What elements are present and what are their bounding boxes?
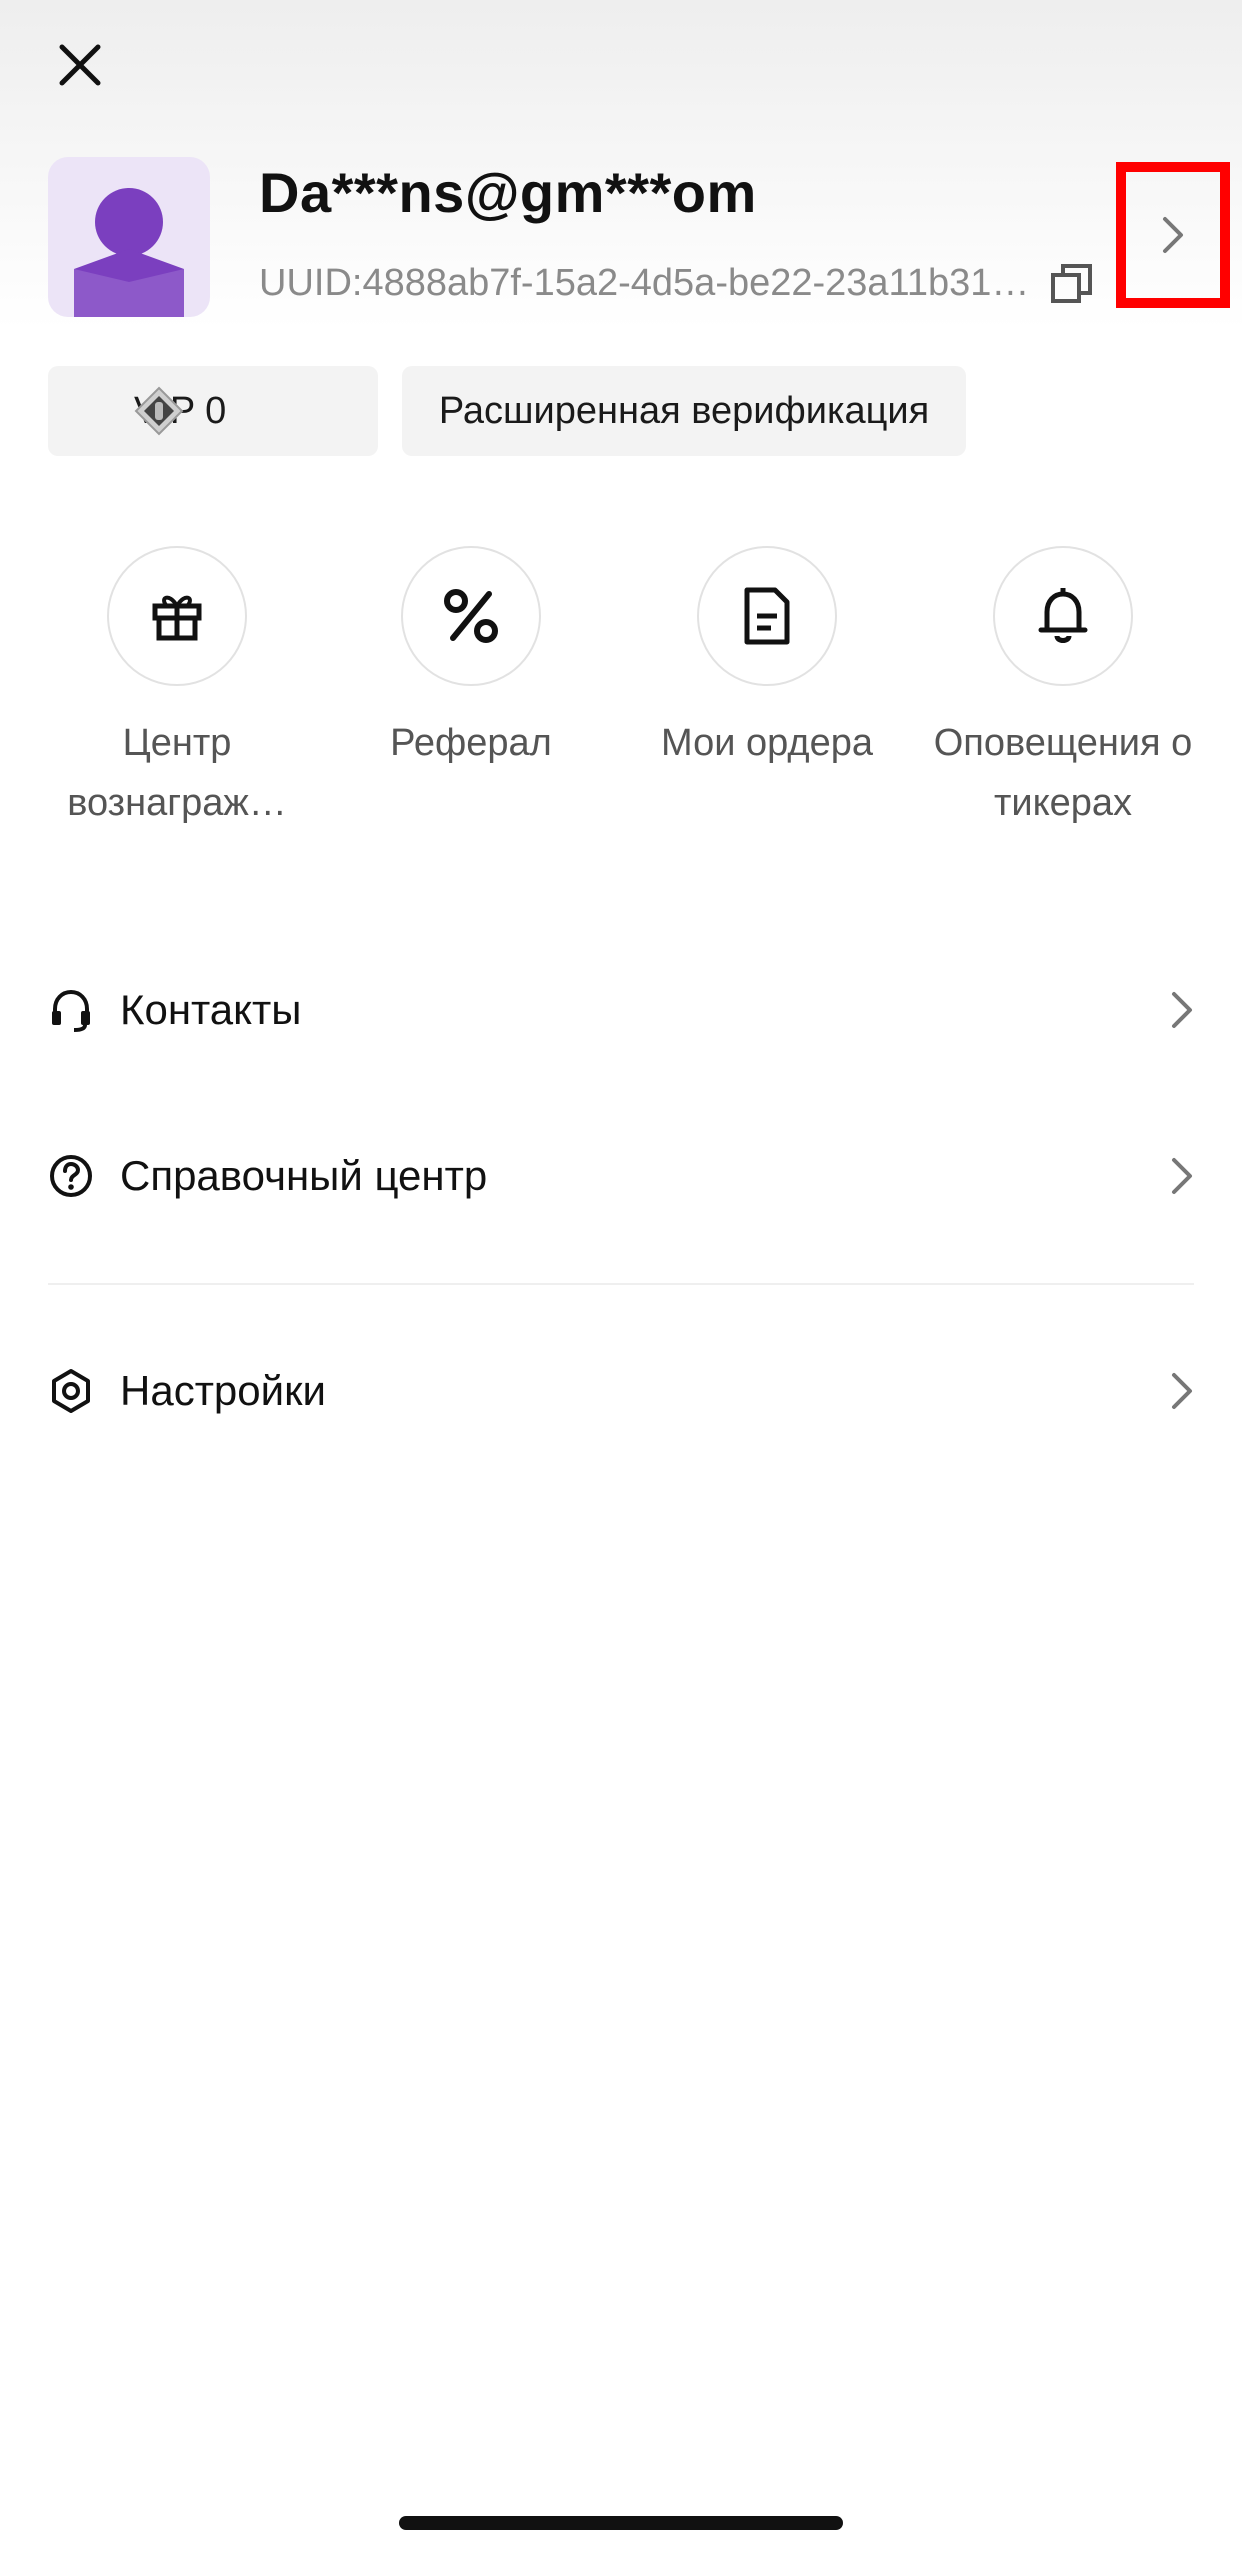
home-indicator[interactable]	[399, 2516, 843, 2530]
menu-divider	[48, 1283, 1194, 1285]
chevron-right-icon	[1172, 992, 1192, 1028]
menu-item-label: Контакты	[120, 986, 302, 1033]
menu-item-contacts[interactable]: Контакты	[0, 950, 1242, 1070]
my-orders-button[interactable]	[697, 546, 837, 686]
rewards-center-circle[interactable]	[107, 546, 247, 686]
gift-icon	[152, 595, 202, 641]
settings-hexagon-icon	[52, 1369, 90, 1413]
menu-item-settings[interactable]: Настройки	[0, 1331, 1242, 1451]
ticker-alerts-circle[interactable]	[993, 546, 1133, 686]
copy-uid-button[interactable]	[1050, 262, 1094, 306]
menu-item-label: Справочный центр	[120, 1152, 488, 1199]
verification-label: Расширенная верификация	[438, 389, 930, 432]
question-circle-icon	[50, 1155, 92, 1197]
close-icon	[59, 44, 101, 86]
my-orders-circle[interactable]	[697, 546, 837, 686]
menu-item-label: Настройки	[120, 1367, 326, 1414]
vip-diamond-icon	[134, 386, 184, 436]
chevron-right-icon	[1163, 217, 1183, 253]
account-uid: UUID:4888ab7f-15a2-4d5a-be22-23a11b31…	[259, 262, 1030, 304]
chevron-right-icon	[1172, 1373, 1192, 1409]
ticker-alerts-button[interactable]	[993, 546, 1133, 686]
rewards-center-label: Центр вознаграж…	[67, 722, 287, 824]
referral-button[interactable]	[401, 546, 541, 686]
copy-icon	[1051, 264, 1092, 303]
ticker-alerts-label: Оповещения о тикерах	[933, 722, 1193, 824]
account-email: Da***ns@gm***om	[259, 161, 757, 224]
referral-circle[interactable]	[401, 546, 541, 686]
avatar[interactable]	[48, 157, 210, 317]
referral-label: Реферал	[390, 722, 552, 764]
close-button[interactable]	[40, 25, 120, 105]
percent-icon	[444, 589, 498, 643]
chevron-right-icon	[1172, 1158, 1192, 1194]
document-icon	[744, 587, 790, 645]
menu-item-help-center[interactable]: Справочный центр	[0, 1116, 1242, 1236]
vip-level-badge[interactable]: VIP 0	[48, 366, 378, 456]
user-avatar-icon	[74, 188, 184, 317]
verification-badge[interactable]: Расширенная верификация	[402, 366, 966, 456]
rewards-center-button[interactable]	[107, 546, 247, 686]
my-orders-label: Мои ордера	[661, 722, 873, 764]
profile-details-button[interactable]	[1116, 162, 1230, 308]
headset-icon	[52, 989, 90, 1032]
bell-icon	[1038, 588, 1088, 643]
